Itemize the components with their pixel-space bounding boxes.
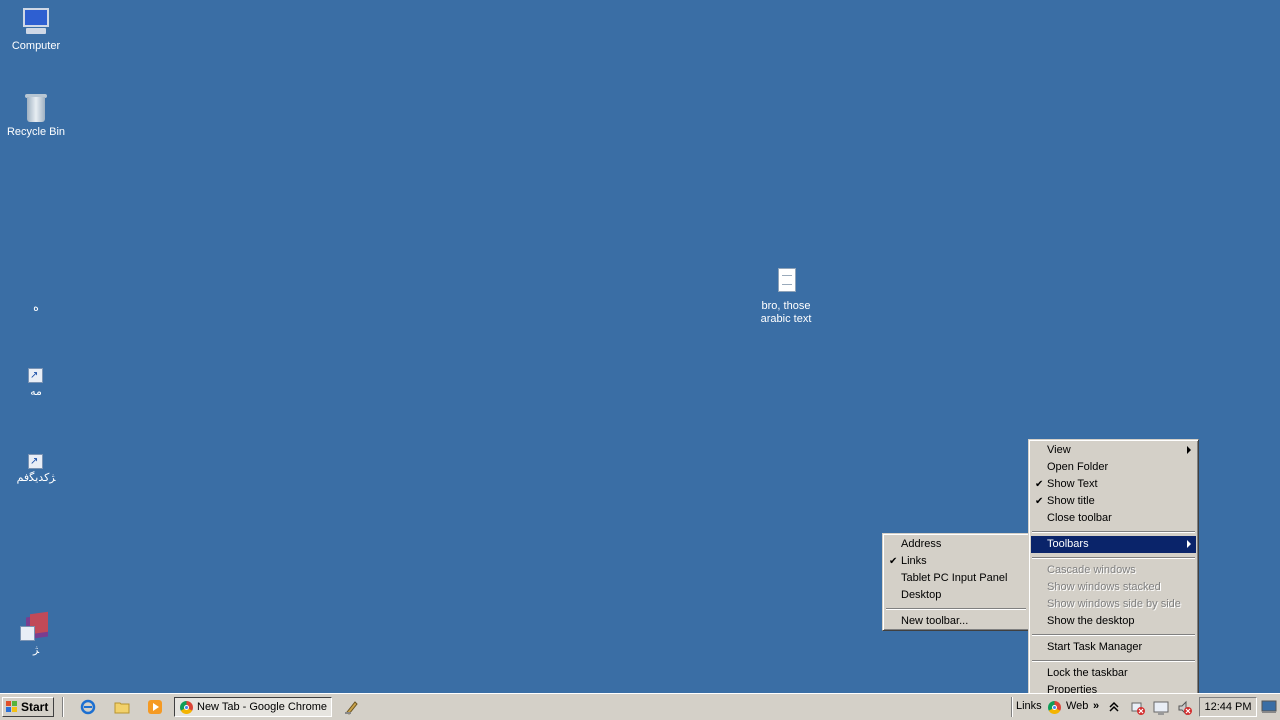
menu-item-links[interactable]: ✔ Links [885,553,1027,570]
menu-item-view[interactable]: View [1031,442,1196,459]
submenu-arrow-icon [1187,540,1191,548]
check-icon: ✔ [889,556,898,567]
computer-icon [20,6,52,38]
menu-item-show-title[interactable]: ✔ Show title [1031,493,1196,510]
menu-item-new-toolbar[interactable]: New toolbar... [885,613,1027,630]
taskbar-button-chrome[interactable]: New Tab - Google Chrome [174,697,332,717]
menu-item-show-windows-side-by-side: Show windows side by side [1047,598,1181,610]
folder-icon[interactable] [114,699,130,715]
windows-flag-icon [6,701,18,713]
menu-separator [1031,656,1196,665]
desktop-icon-text-document[interactable]: bro, those arabic text [750,266,822,326]
desktop-icon-arabic-1[interactable]: ﻩ [0,302,72,315]
menu-item-cascade-windows: Cascade windows [1047,564,1136,576]
menu-item-show-the-desktop[interactable]: Show the desktop [1031,613,1196,630]
media-player-icon[interactable] [147,699,163,715]
pen-tool-icon[interactable] [344,699,360,715]
check-icon: ✔ [1035,496,1044,507]
menu-item-lock-the-taskbar[interactable]: Lock the taskbar [1031,665,1196,682]
recycle-bin-icon [20,92,52,124]
menu-item-tablet-pc-input-panel[interactable]: Tablet PC Input Panel [885,570,1027,587]
books-icon [20,610,52,642]
toolbars-submenu: Address ✔ Links Tablet PC Input Panel Des… [882,533,1030,631]
menu-separator [1031,527,1196,536]
shortcut-icon: ↗ [28,454,44,470]
taskbar-separator [1011,697,1013,717]
menu-item-show-text[interactable]: ✔ Show Text [1031,476,1196,493]
menu-item-toolbars[interactable]: Toolbars [1031,536,1196,553]
desktop-icon-label: ﻩ [33,302,39,314]
toolbar-overflow-chevron-icon[interactable]: » [1093,697,1099,715]
show-desktop-icon[interactable] [1261,700,1277,716]
submenu-arrow-icon [1187,446,1191,454]
taskbar-context-menu: View Open Folder ✔ Show Text ✔ Show title … [1028,439,1199,699]
check-icon: ✔ [1035,479,1044,490]
menu-item-show-windows-stacked: Show windows stacked [1047,581,1161,593]
menu-item-desktop[interactable]: Desktop [885,587,1027,604]
desktop-icon-computer[interactable]: Computer [0,6,72,53]
internet-explorer-icon[interactable] [80,699,96,715]
volume-muted-icon[interactable] [1177,700,1193,716]
menu-separator [885,604,1027,613]
desktop-icon-shortcut-1[interactable]: ↗ مه [0,368,72,399]
menu-separator [1031,553,1196,562]
links-toolbar-label[interactable]: Links [1016,697,1042,715]
menu-item-start-task-manager[interactable]: Start Task Manager [1031,639,1196,656]
desktop-icon-label: ﮋﮐﺪﻳﮕﻓﻢ [16,472,56,484]
taskbar-separator [62,697,64,717]
menu-item-open-folder[interactable]: Open Folder [1031,459,1196,476]
menu-item-close-toolbar[interactable]: Close toolbar [1031,510,1196,527]
taskbar: Start New Tab - Google Chrome Links Web … [0,693,1280,720]
desktop-icon-books-shortcut[interactable]: ﮋ [0,610,72,657]
desktop-icon-label: مه [30,386,42,398]
desktop-icon-label: bro, those arabic text [760,300,812,325]
desktop-icon-label: Computer [11,40,61,52]
shortcut-icon: ↗ [28,368,44,384]
menu-separator [1031,630,1196,639]
chrome-icon [180,701,193,714]
network-error-icon[interactable] [1130,700,1146,716]
desktop-icon-label: ﮋ [32,644,40,656]
chrome-icon[interactable] [1048,701,1061,714]
show-hidden-icons-icon[interactable] [1108,700,1124,716]
menu-item-address[interactable]: Address [885,536,1027,553]
start-button[interactable]: Start [2,697,54,717]
display-icon[interactable] [1153,700,1169,716]
text-document-icon [770,266,802,298]
desktop-icon-recycle-bin[interactable]: Recycle Bin [0,92,72,139]
system-clock[interactable]: 12:44 PM [1199,697,1257,717]
desktop-icon-shortcut-2[interactable]: ↗ ﮋﮐﺪﻳﮕﻓﻢ [0,454,72,485]
web-link[interactable]: Web [1066,697,1088,715]
desktop-icon-label: Recycle Bin [6,126,66,138]
